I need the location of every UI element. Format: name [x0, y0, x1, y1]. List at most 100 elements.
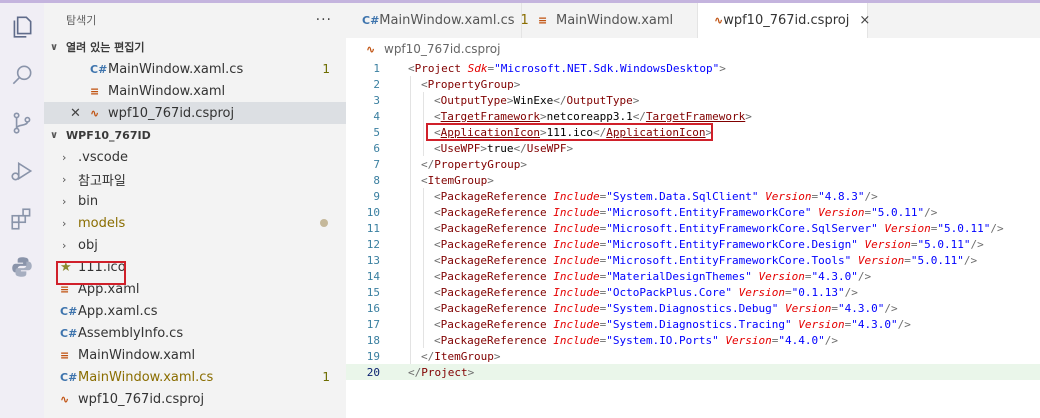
code-token: </	[592, 125, 607, 139]
file-item[interactable]: ★ 111.ico	[44, 256, 346, 278]
code-token: Include	[553, 301, 600, 315]
source-control-icon[interactable]	[0, 99, 44, 147]
open-editor-item[interactable]: C# MainWindow.xaml.cs 1	[44, 58, 346, 80]
file-label: App.xaml	[78, 281, 140, 297]
open-editor-item[interactable]: ≡ MainWindow.xaml	[44, 80, 346, 102]
code-token: <	[434, 125, 441, 139]
code-token: <	[434, 333, 441, 347]
code-token: PackageReference	[440, 269, 547, 283]
rss-file-icon: ∿	[60, 392, 70, 406]
code-line[interactable]: 5 <ApplicationIcon>111.ico</ApplicationIc…	[346, 124, 1040, 140]
tab-csproj[interactable]: ∿ wpf10_767id.csproj ×	[698, 3, 870, 38]
code-token: "Microsoft.EntityFrameworkCore.Design"	[606, 237, 858, 251]
file-item[interactable]: ∿ wpf10_767id.csproj	[44, 388, 346, 410]
code-token: Include	[553, 269, 600, 283]
file-item[interactable]: ≡ MainWindow.xaml	[44, 344, 346, 366]
code-text: <TargetFramework>netcoreapp3.1</TargetFr…	[434, 110, 752, 123]
code-line[interactable]: 3 <OutputType>WinExe</OutputType>	[346, 92, 1040, 108]
code-text: <ItemGroup>	[421, 174, 494, 187]
line-number: 11	[366, 221, 380, 235]
code-token: Version	[738, 285, 786, 299]
chevron-right-icon: ›	[62, 216, 67, 230]
code-line[interactable]: 19 </ItemGroup>	[346, 348, 1040, 364]
file-item[interactable]: ≡ App.xaml	[44, 278, 346, 300]
code-line[interactable]: 11 <PackageReference Include="Microsoft.E…	[346, 220, 1040, 236]
code-line[interactable]: 8 <ItemGroup>	[346, 172, 1040, 188]
folder-item[interactable]: › .vscode	[44, 146, 346, 168]
code-line[interactable]: 17 <PackageReference Include="System.Diag…	[346, 316, 1040, 332]
more-actions-icon[interactable]: ···	[316, 12, 332, 28]
sidebar-title: 탐색기	[66, 13, 97, 27]
search-icon[interactable]	[0, 51, 44, 99]
code-token: PackageReference	[440, 189, 547, 203]
code-token: <	[434, 93, 441, 107]
code-token: "System.IO.Ports"	[606, 333, 719, 347]
folder-item[interactable]: › 참고파일	[44, 168, 346, 190]
code-line[interactable]: 15 <PackageReference Include = "OctoPackPlu…	[346, 284, 1040, 300]
run-debug-icon[interactable]	[0, 147, 44, 195]
chevron-down-icon: ∨	[50, 129, 59, 141]
code-token: <	[434, 253, 441, 267]
file-item[interactable]: C# App.xaml.cs	[44, 300, 346, 322]
indent-guide	[410, 172, 411, 188]
folder-label: 참고파일	[78, 173, 126, 189]
folder-item[interactable]: › obj	[44, 234, 346, 256]
code-token: <	[408, 61, 415, 75]
line-number: 17	[366, 317, 380, 331]
code-line[interactable]: 20 </Project>	[346, 364, 1040, 380]
close-icon[interactable]: ✕	[70, 106, 90, 121]
code-line[interactable]: 10 <PackageReference Include="Microsoft.E…	[346, 204, 1040, 220]
code-token: <	[434, 269, 441, 283]
breadcrumb-file[interactable]: wpf10_767id.csproj	[384, 42, 500, 56]
code-token: Version	[864, 237, 911, 251]
code-token: PackageReference	[440, 301, 547, 315]
code-token: "Microsoft.EntityFrameworkCore"	[606, 205, 812, 219]
code-line[interactable]: 6 <UseWPF>true</UseWPF>	[346, 140, 1040, 156]
indent-guide	[410, 268, 411, 284]
activity-bar	[0, 0, 44, 418]
extensions-icon[interactable]	[0, 195, 44, 243]
project-folder-header[interactable]: ∨ WPF10_767ID	[44, 124, 346, 146]
open-editor-item[interactable]: ✕ ∿ wpf10_767id.csproj	[44, 102, 346, 124]
code-token: "0.1.13"	[791, 285, 845, 299]
close-icon[interactable]: ×	[859, 13, 870, 28]
code-line[interactable]: 2 <PropertyGroup>	[346, 76, 1040, 92]
code-line[interactable]: 14 <PackageReference Include = "MaterialDes…	[346, 268, 1040, 284]
file-item[interactable]: C# MainWindow.xaml.cs 1	[44, 366, 346, 388]
code-token: "4.3.0"	[838, 301, 885, 315]
code-line[interactable]: 18 <PackageReference Include="System.IO.P…	[346, 332, 1040, 348]
code-token: >	[467, 365, 475, 379]
code-line[interactable]: 9 <PackageReference Include="System.Data.…	[346, 188, 1040, 204]
code-line[interactable]: 4 <TargetFramework>netcoreapp3.1</TargetF…	[346, 108, 1040, 124]
csharp-file-icon: C#	[60, 304, 78, 318]
code-text: </ItemGroup>	[421, 350, 500, 363]
tab-mainwindow-xaml-cs[interactable]: C# MainWindow.xaml.cs 1	[346, 3, 529, 38]
folder-item[interactable]: › models	[44, 212, 346, 234]
file-item[interactable]: C# AssemblyInfo.cs	[44, 322, 346, 344]
xaml-file-icon: ≡	[60, 282, 70, 296]
xaml-file-icon: ≡	[60, 348, 70, 362]
chevron-right-icon: ›	[62, 150, 67, 164]
files-icon[interactable]	[0, 3, 44, 51]
python-icon[interactable]	[0, 243, 44, 291]
indent-guide	[423, 220, 424, 236]
code-line[interactable]: 7 </PropertyGroup>	[346, 156, 1040, 172]
tab-mainwindow-xaml[interactable]: ≡ MainWindow.xaml	[522, 3, 698, 38]
code-line[interactable]: 16 <PackageReference Include = "System.Diag…	[346, 300, 1040, 316]
open-editors-header[interactable]: ∨ 열려 있는 편집기	[44, 36, 346, 58]
code-line[interactable]: 13 <PackageReference Include = "Microsoft.E…	[346, 252, 1040, 268]
code-line[interactable]: 1 <Project Sdk="Microsoft.NET.Sdk.Windows…	[346, 60, 1040, 76]
code-token: >	[513, 77, 521, 91]
line-number: 14	[366, 269, 380, 283]
code-token: Version	[884, 221, 931, 235]
indent-guide	[410, 92, 411, 108]
indent-guide	[410, 332, 411, 348]
folder-item[interactable]: › bin	[44, 190, 346, 212]
csharp-file-icon: C#	[90, 62, 108, 76]
code-token: Sdk	[467, 61, 488, 75]
code-view[interactable]: 1 <Project Sdk="Microsoft.NET.Sdk.Windows…	[346, 60, 1040, 380]
code-token: "4.8.3"	[818, 189, 865, 203]
code-line[interactable]: 12 <PackageReference Include="Microsoft.E…	[346, 236, 1040, 252]
code-token: "Microsoft.EntityFrameworkCore.SqlServer…	[606, 221, 878, 235]
